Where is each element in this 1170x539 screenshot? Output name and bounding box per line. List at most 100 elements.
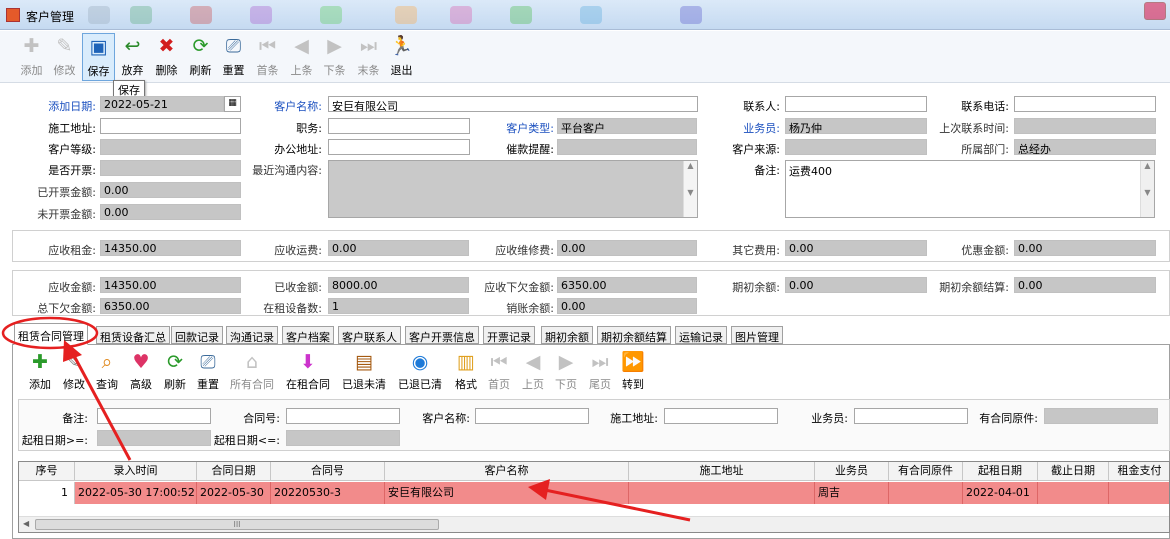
table-cell[interactable] (889, 482, 963, 504)
sub-refresh-button[interactable]: ⟳ 刷新 (157, 350, 193, 394)
tab-invoice-info[interactable]: 客户开票信息 (405, 326, 479, 344)
table-cell[interactable] (1109, 482, 1169, 504)
sub-next-page-button[interactable]: ▶ 下页 (548, 350, 584, 394)
sub-add-button[interactable]: ✚ 添加 (22, 350, 58, 394)
sub-first-page-button[interactable]: ⏮ 首页 (481, 350, 517, 394)
column-header[interactable]: 合同日期 (197, 462, 271, 481)
column-header[interactable]: 截止日期 (1038, 462, 1109, 481)
sub-returned-cleared-button[interactable]: ◉ 已退已清 (394, 350, 446, 394)
sub-advanced-button[interactable]: ♥ 高级 (123, 350, 159, 394)
rent-field[interactable]: 14350.00 (100, 240, 241, 256)
level-field[interactable] (100, 139, 241, 155)
discount-field[interactable]: 0.00 (1014, 240, 1156, 256)
source-field[interactable] (785, 139, 927, 155)
sub-renting-button[interactable]: ⬇ 在租合同 (282, 350, 334, 394)
tab-contacts[interactable]: 客户联系人 (338, 326, 401, 344)
last-contact-field[interactable] (1014, 118, 1156, 134)
table-cell[interactable]: 20220530-3 (271, 482, 385, 504)
scroll-thumb[interactable]: III (35, 519, 439, 530)
remind-field[interactable] (557, 139, 697, 155)
sub-all-contracts-button[interactable]: ⌂ 所有合同 (224, 350, 280, 394)
edit-button[interactable]: ✎ 修改 (48, 33, 81, 81)
tab-invoice-records[interactable]: 开票记录 (483, 326, 535, 344)
filter-original-select[interactable] (1044, 408, 1158, 424)
table-cell[interactable]: 2022-05-30 17:00:52 (75, 482, 197, 504)
invoice-field[interactable] (100, 160, 241, 176)
column-header[interactable]: 有合同原件 (889, 462, 963, 481)
opening-settle-field[interactable]: 0.00 (1014, 277, 1156, 293)
column-header[interactable]: 起租日期 (963, 462, 1038, 481)
table-cell[interactable]: 2022-05-30 (197, 482, 271, 504)
table-cell[interactable]: 安巨有限公司 (385, 482, 629, 504)
tab-transport[interactable]: 运输记录 (675, 326, 727, 344)
refresh-button[interactable]: ⟳ 刷新 (184, 33, 217, 81)
tab-customer-file[interactable]: 客户档案 (282, 326, 334, 344)
column-header[interactable]: 施工地址 (629, 462, 815, 481)
last-record-button[interactable]: ⏭ 末条 (352, 33, 385, 81)
filter-contract-no-input[interactable] (286, 408, 400, 424)
rented-count-field[interactable]: 1 (328, 298, 469, 314)
sub-edit-button[interactable]: ✎ 修改 (56, 350, 92, 394)
table-cell[interactable] (1038, 482, 1109, 504)
exit-button[interactable]: 🏃 退出 (385, 33, 418, 81)
filter-start-le-input[interactable] (286, 430, 400, 446)
tab-payments[interactable]: 回款记录 (171, 326, 223, 344)
column-header[interactable]: 录入时间 (75, 462, 197, 481)
sub-returned-unpaid-button[interactable]: ▤ 已退未清 (338, 350, 390, 394)
tab-images[interactable]: 图片管理 (731, 326, 783, 344)
sub-format-button[interactable]: ▥ 格式 (448, 350, 484, 394)
sub-prev-page-button[interactable]: ◀ 上页 (515, 350, 551, 394)
filter-salesman-input[interactable] (854, 408, 968, 424)
site-field[interactable] (100, 118, 241, 134)
scrollbar[interactable]: ▲ ▼ (1140, 161, 1154, 217)
total-amount-field[interactable]: 14350.00 (100, 277, 241, 293)
column-header[interactable]: 序号 (19, 462, 75, 481)
note-field[interactable]: 运费400 ▲ ▼ (785, 160, 1155, 218)
sub-goto-button[interactable]: ⏩ 转到 (615, 350, 651, 394)
table-cell[interactable] (629, 482, 815, 504)
add-date-field[interactable]: 2022-05-21 (100, 96, 224, 112)
scroll-left-icon[interactable]: ◀ (23, 519, 29, 528)
horizontal-scrollbar[interactable]: ◀ III (19, 516, 1169, 532)
first-record-button[interactable]: ⏮ 首条 (251, 33, 284, 81)
scrollbar[interactable]: ▲ ▼ (683, 161, 697, 217)
freight-field[interactable]: 0.00 (328, 240, 469, 256)
column-header[interactable]: 业务员 (815, 462, 889, 481)
sub-reset-button[interactable]: ⎚ 重置 (190, 350, 226, 394)
sub-last-page-button[interactable]: ⏭ 尾页 (582, 350, 618, 394)
department-field[interactable]: 总经办 (1014, 139, 1156, 155)
tab-equipment-summary[interactable]: 租赁设备汇总 (96, 326, 170, 344)
phone-field[interactable] (1014, 96, 1156, 112)
table-cell[interactable]: 2022-04-01 (963, 482, 1038, 504)
delete-button[interactable]: ✖ 删除 (150, 33, 183, 81)
received-field[interactable]: 8000.00 (328, 277, 469, 293)
repair-field[interactable]: 0.00 (557, 240, 697, 256)
next-record-button[interactable]: ▶ 下条 (318, 33, 351, 81)
discard-button[interactable]: ↩ 放弃 (116, 33, 149, 81)
owe-next-field[interactable]: 6350.00 (557, 277, 697, 293)
save-button[interactable]: ▣ 保存 (82, 33, 115, 81)
add-button[interactable]: ✚ 添加 (15, 33, 48, 81)
table-cell[interactable]: 周吉 (815, 482, 889, 504)
position-field[interactable] (328, 118, 470, 134)
column-header[interactable]: 客户名称 (385, 462, 629, 481)
recent-comm-field[interactable]: ▲ ▼ (328, 160, 698, 218)
invoiced-amount-field[interactable]: 0.00 (100, 182, 241, 198)
prev-record-button[interactable]: ◀ 上条 (285, 33, 318, 81)
salesman-field[interactable]: 杨乃仲 (785, 118, 927, 134)
tab-opening-balance[interactable]: 期初余额 (541, 326, 593, 344)
customer-type-field[interactable]: 平台客户 (557, 118, 697, 134)
tab-lease-contracts[interactable]: 租赁合同管理 (14, 323, 88, 345)
filter-note-input[interactable] (97, 408, 211, 424)
filter-site-input[interactable] (664, 408, 778, 424)
customer-name-field[interactable]: 安巨有限公司 (328, 96, 698, 112)
tab-communications[interactable]: 沟通记录 (226, 326, 278, 344)
calendar-icon[interactable]: ▦ (224, 96, 241, 112)
filter-start-ge-input[interactable] (97, 430, 211, 446)
contact-field[interactable] (785, 96, 927, 112)
close-button[interactable] (1144, 2, 1166, 20)
sub-search-button[interactable]: ⌕ 查询 (89, 350, 125, 394)
writeoff-field[interactable]: 0.00 (557, 298, 697, 314)
uninvoiced-amount-field[interactable]: 0.00 (100, 204, 241, 220)
column-header[interactable]: 合同号 (271, 462, 385, 481)
